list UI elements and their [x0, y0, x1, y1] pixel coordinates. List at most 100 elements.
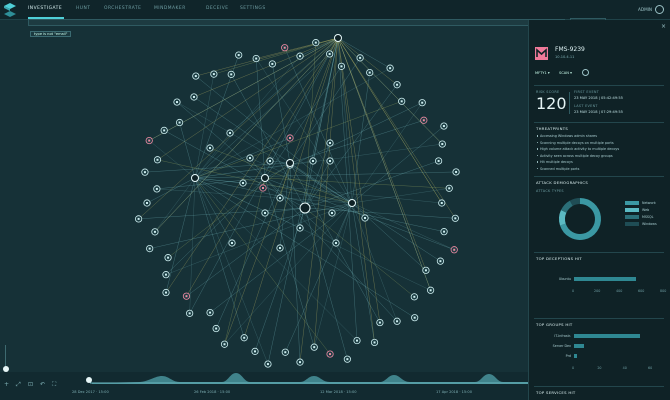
hub-node[interactable]: [286, 159, 294, 167]
node-icon: [329, 353, 332, 356]
divider: [534, 252, 664, 253]
bullet-icon: [537, 135, 539, 137]
node-icon: [271, 62, 274, 65]
divider: [534, 122, 664, 123]
node-icon: [164, 273, 167, 276]
logo-icon: [4, 3, 16, 17]
graph-edge: [165, 202, 353, 275]
undo-icon[interactable]: ↶: [40, 382, 45, 388]
node-icon: [283, 46, 286, 49]
node-icon: [335, 242, 337, 244]
node-icon: [237, 54, 240, 57]
graph-edge: [157, 37, 339, 160]
node-icon: [455, 170, 458, 173]
bar[interactable]: [574, 354, 577, 358]
node-icon: [364, 217, 366, 219]
divider: [534, 318, 664, 319]
graph-edge: [194, 177, 358, 341]
node-icon: [137, 217, 140, 220]
tab-orchestrate[interactable]: ORCHESTRATE: [104, 6, 141, 11]
bullet-icon: [537, 161, 539, 163]
node-icon: [249, 157, 251, 159]
tab-settings[interactable]: SETTINGS: [240, 6, 266, 11]
node-icon: [312, 160, 314, 162]
node-icon: [396, 83, 399, 86]
attack-graph[interactable]: [0, 28, 528, 373]
user-avatar-icon[interactable]: [655, 5, 664, 14]
timeline-label: 17 Apr 2018 · 15:00: [436, 390, 473, 394]
user-label[interactable]: ADMIN: [638, 7, 652, 12]
lock-icon[interactable]: ⊡: [28, 382, 33, 388]
zoom-in-icon[interactable]: +: [4, 382, 9, 388]
bar[interactable]: [574, 334, 640, 338]
node-icon: [223, 343, 226, 346]
hub-node[interactable]: [261, 174, 269, 182]
attacker-name: FMS-9239: [555, 46, 585, 53]
zoom-slider-track: [5, 345, 6, 367]
demographics-title: ATTACK DEMOGRAPHICS: [536, 180, 589, 185]
node-icon: [429, 289, 432, 292]
node-icon: [188, 312, 191, 315]
axis-tick-label: 400: [616, 289, 623, 293]
node-icon: [284, 351, 287, 354]
bar-label: IT-Infrastr.: [554, 333, 571, 338]
graph-edge: [165, 37, 339, 293]
node-icon: [454, 217, 457, 220]
first-event-label: FIRST EVENT: [574, 90, 600, 94]
node-icon: [243, 336, 246, 339]
graph-edge: [337, 37, 358, 341]
threatprint-item: Accessing Windows admin shares: [540, 134, 598, 138]
node-icon: [413, 295, 416, 298]
graph-edge: [193, 37, 339, 98]
search-input[interactable]: [28, 19, 565, 26]
threatprint-item: Scanning multiple decoys on multiple por…: [540, 140, 614, 145]
expand-icon[interactable]: ⤢: [16, 382, 21, 388]
node-icon: [448, 187, 451, 190]
node-icon: [155, 187, 158, 190]
node-icon: [215, 327, 218, 330]
divider: [534, 176, 664, 177]
graph-edge: [256, 58, 266, 179]
tab-investigate[interactable]: INVESTIGATE: [28, 6, 62, 11]
fullscreen-icon[interactable]: ⛶: [52, 382, 56, 388]
legend-label: Web: [642, 208, 650, 212]
axis-tick-label: 800: [660, 289, 667, 293]
close-icon[interactable]: ×: [661, 23, 666, 30]
node-icon: [400, 100, 403, 103]
tab-hunt[interactable]: HUNT: [76, 6, 90, 11]
attack-types-donut: [559, 198, 601, 240]
timeline-label: 26 Feb 2018 · 15:00: [194, 390, 231, 394]
bar[interactable]: [574, 344, 585, 348]
hub-node[interactable]: [348, 199, 356, 207]
last-event-label: LAST EVENT: [574, 104, 598, 108]
tag-dropdown[interactable]: MFTY1 ▾: [535, 71, 550, 75]
axis-tick-label: 0: [572, 289, 575, 293]
refresh-icon[interactable]: [582, 69, 589, 76]
hub-node[interactable]: [191, 174, 199, 182]
graph-edge: [186, 37, 339, 297]
node-icon: [441, 143, 444, 146]
node-icon: [212, 73, 215, 76]
scan-dropdown[interactable]: SCAN ▾: [559, 71, 572, 75]
node-icon: [209, 147, 211, 149]
hub-node[interactable]: [299, 202, 311, 214]
node-icon: [299, 55, 301, 58]
node-icon: [389, 67, 392, 70]
axis-tick-label: 60: [648, 366, 653, 370]
attacker-node[interactable]: [334, 34, 342, 42]
tab-mindmaker[interactable]: MINDMAKER: [154, 6, 186, 11]
graph-edges: [138, 37, 457, 365]
threatprint-item: High volume attack activity to multiple …: [540, 147, 620, 151]
tab-deceive[interactable]: DECEIVE: [206, 6, 229, 11]
bar[interactable]: [574, 277, 636, 281]
node-icon: [192, 95, 195, 98]
node-icon: [368, 71, 371, 74]
graph-edge: [164, 130, 306, 209]
node-icon: [229, 132, 231, 134]
timeline[interactable]: + ⤢ ⊡ ↶ ⛶ 28 Dec 2017 · 15:00 26 Feb 201…: [0, 372, 528, 400]
top-deceptions-title: TOP DECEPTIONS HIT: [536, 256, 583, 261]
graph-edge: [194, 177, 269, 365]
graph-edge: [304, 207, 456, 219]
timeline-handle[interactable]: [86, 377, 92, 383]
node-icon: [175, 101, 178, 104]
